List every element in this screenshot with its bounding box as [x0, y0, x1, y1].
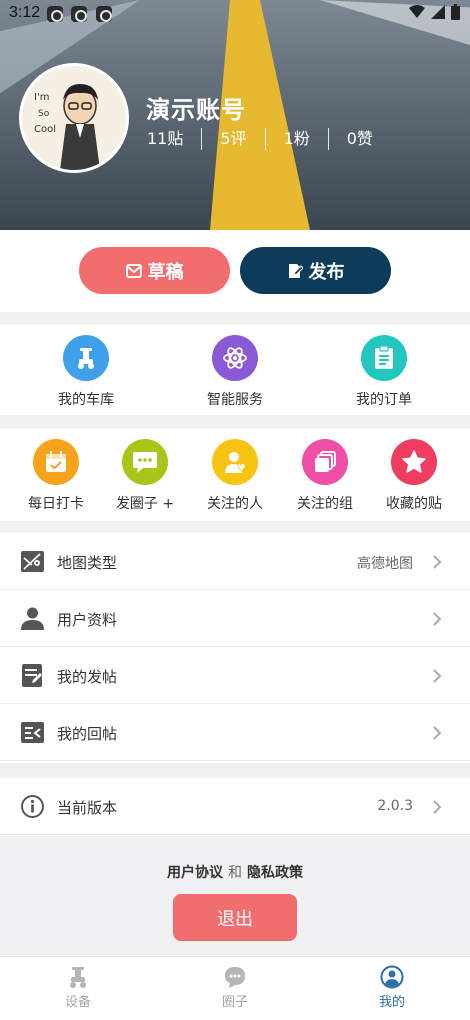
grid-item-post-circle[interactable]: 发圈子 +: [109, 439, 181, 513]
grid-item-daily-checkin[interactable]: 每日打卡: [20, 439, 92, 513]
action-buttons: 草稿 发布: [0, 230, 470, 312]
stat-posts[interactable]: 11贴: [147, 128, 201, 150]
tab-label: 设备: [64, 995, 91, 1010]
reply-list-icon: [21, 722, 44, 743]
map-icon: [21, 551, 44, 572]
map-type-value: 高德地图: [357, 556, 413, 572]
avatar-illustration: I'm So Cool: [22, 66, 126, 170]
service-grid: 我的车库 智能服务 我的订单: [0, 325, 470, 415]
grid-item-label: 发圈子 +: [115, 496, 175, 512]
settings-item-label: 当前版本: [57, 799, 118, 817]
app-notification-icon: [71, 6, 87, 22]
atom-icon: [212, 335, 258, 381]
grid-item-label: 每日打卡: [28, 496, 84, 512]
chevron-right-icon: [433, 800, 442, 814]
svg-text:So: So: [38, 109, 50, 119]
tab-label: 圈子: [221, 995, 248, 1010]
tab-mine[interactable]: 我的: [352, 965, 432, 1010]
star-icon: [391, 439, 437, 485]
battery-icon: [451, 4, 460, 20]
status-time: 3:12: [9, 4, 41, 21]
draft-label: 草稿: [147, 261, 184, 283]
settings-item-version[interactable]: 当前版本 2.0.3: [0, 778, 470, 835]
grid-item-label: 我的车库: [58, 392, 114, 408]
settings-item-my-posts[interactable]: 我的发帖: [0, 647, 470, 704]
grid-item-following-groups[interactable]: 关注的组: [289, 439, 361, 513]
profile-stats: 11贴 5评 1粉 0赞: [147, 128, 391, 150]
settings-item-user-profile[interactable]: 用户资料: [0, 590, 470, 647]
privacy-policy-link[interactable]: 隐私政策: [247, 865, 303, 881]
profile-icon: [380, 965, 404, 989]
grid-item-garage[interactable]: 我的车库: [50, 335, 122, 409]
edit-file-icon: [288, 263, 303, 278]
settings-item-label: 我的发帖: [57, 668, 118, 686]
agreement-links: 用户协议和隐私政策: [0, 862, 470, 882]
settings-list: 地图类型 高德地图 用户资料 我的发帖 我的回帖: [0, 533, 470, 763]
grid-item-label: 智能服务: [207, 392, 263, 408]
signal-icon: [431, 5, 445, 19]
draft-button[interactable]: 草稿: [79, 247, 230, 294]
person-heart-icon: [212, 439, 258, 485]
username: 演示账号: [146, 96, 246, 124]
shortcut-grid: 每日打卡 发圈子 + 关注的人 关注的组 收藏的贴: [0, 429, 470, 521]
grid-item-orders[interactable]: 我的订单: [348, 335, 420, 409]
stat-likes[interactable]: 0赞: [327, 128, 391, 150]
chevron-right-icon: [433, 612, 442, 626]
scooter-icon: [70, 967, 86, 988]
grid-item-following-people[interactable]: 关注的人: [199, 439, 271, 513]
bottom-tab-bar: 设备 圈子 我的: [0, 956, 470, 1020]
tab-devices[interactable]: 设备: [38, 965, 118, 1010]
svg-text:I'm: I'm: [34, 92, 49, 103]
settings-item-label: 我的回帖: [57, 725, 118, 743]
profile-header: 3:12 I'm So Cool 演示账号 11贴 5评 1粉 0赞: [0, 0, 470, 230]
user-icon: [21, 607, 44, 630]
grid-item-label: 收藏的贴: [386, 496, 442, 512]
chevron-right-icon: [433, 669, 442, 683]
clipboard-icon: [361, 335, 407, 381]
settings-item-label: 地图类型: [57, 554, 118, 572]
tab-label: 我的: [378, 995, 405, 1010]
user-agreement-link[interactable]: 用户协议: [167, 865, 223, 881]
logout-button[interactable]: 退出: [173, 894, 297, 941]
status-bar: 3:12: [0, 0, 470, 28]
app-notification-icon: [96, 6, 112, 22]
wifi-icon: [409, 5, 425, 18]
chevron-right-icon: [433, 726, 442, 740]
stacked-squares-icon: [302, 439, 348, 485]
stat-comments[interactable]: 5评: [201, 128, 264, 150]
chat-icon: [225, 967, 245, 988]
grid-item-favorite-posts[interactable]: 收藏的贴: [378, 439, 450, 513]
settings-item-map-type[interactable]: 地图类型 高德地图: [0, 533, 470, 590]
publish-label: 发布: [308, 261, 345, 283]
svg-text:Cool: Cool: [34, 124, 56, 135]
version-section: 当前版本 2.0.3: [0, 778, 470, 836]
info-icon: [21, 795, 44, 818]
settings-item-my-replies[interactable]: 我的回帖: [0, 704, 470, 761]
chat-bubble-icon: [122, 439, 168, 485]
edit-document-icon: [22, 664, 42, 687]
scooter-icon: [63, 335, 109, 381]
version-value: 2.0.3: [377, 798, 413, 814]
envelope-icon: [125, 263, 142, 278]
system-indicators: [409, 4, 460, 20]
grid-item-label: 关注的人: [207, 496, 263, 512]
grid-item-label: 关注的组: [297, 496, 353, 512]
app-notification-icon: [47, 6, 63, 22]
chevron-right-icon: [433, 555, 442, 569]
publish-button[interactable]: 发布: [240, 247, 391, 294]
avatar[interactable]: I'm So Cool: [19, 63, 129, 173]
settings-item-label: 用户资料: [57, 611, 118, 629]
calendar-check-icon: [33, 439, 79, 485]
tab-circle[interactable]: 圈子: [195, 965, 275, 1010]
stat-followers[interactable]: 1粉: [264, 128, 328, 150]
agreement-and: 和: [228, 865, 242, 881]
grid-item-smart-service[interactable]: 智能服务: [199, 335, 271, 409]
grid-item-label: 我的订单: [356, 392, 412, 408]
